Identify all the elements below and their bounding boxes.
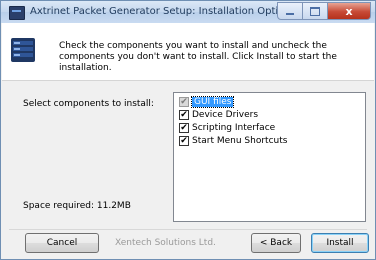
component-item-scripting-interface[interactable]: ✔ Scripting Interface (179, 122, 275, 134)
header-instruction: Check the components you want to install… (59, 41, 337, 73)
component-label: Scripting Interface (192, 123, 276, 133)
package-icon (11, 38, 35, 62)
header-panel: Check the components you want to install… (2, 23, 374, 81)
space-required-label: Space required: 11.2MB (23, 201, 131, 211)
brand-text: Xentech Solutions Ltd. (115, 238, 216, 248)
close-button[interactable]: x (328, 2, 371, 20)
component-label: GUI files (190, 96, 235, 108)
components-list[interactable]: ✔ GUI files ✔ Device Drivers ✔ Scripting… (173, 92, 366, 222)
checkbox-gui-files: ✔ (179, 96, 189, 107)
title-bar[interactable]: Axtrinet Packet Generator Setup: Install… (1, 1, 375, 23)
checkbox-device-drivers[interactable]: ✔ (179, 110, 189, 120)
window-controls: x (277, 2, 371, 20)
install-button[interactable]: Install (311, 233, 369, 253)
component-label: Device Drivers (192, 110, 259, 120)
component-item-start-menu-shortcuts[interactable]: ✔ Start Menu Shortcuts (179, 135, 287, 147)
select-components-label: Select components to install: (23, 99, 154, 109)
installer-window: Axtrinet Packet Generator Setup: Install… (0, 0, 376, 260)
maximize-button[interactable] (303, 2, 328, 20)
footer-separator (9, 229, 367, 230)
component-item-device-drivers[interactable]: ✔ Device Drivers (179, 109, 258, 121)
back-button[interactable]: < Back (251, 233, 301, 253)
minimize-button[interactable] (277, 2, 303, 20)
maximize-icon (310, 6, 320, 16)
app-icon (9, 6, 25, 20)
minimize-icon (286, 13, 294, 15)
component-label: Start Menu Shortcuts (192, 136, 288, 146)
close-icon: x (345, 4, 353, 18)
component-item-gui-files[interactable]: ✔ GUI files (179, 96, 235, 108)
cancel-button[interactable]: Cancel (25, 233, 99, 253)
checkbox-start-menu-shortcuts[interactable]: ✔ (179, 136, 189, 146)
checkbox-scripting-interface[interactable]: ✔ (179, 123, 189, 133)
window-title: Axtrinet Packet Generator Setup: Install… (30, 6, 296, 17)
